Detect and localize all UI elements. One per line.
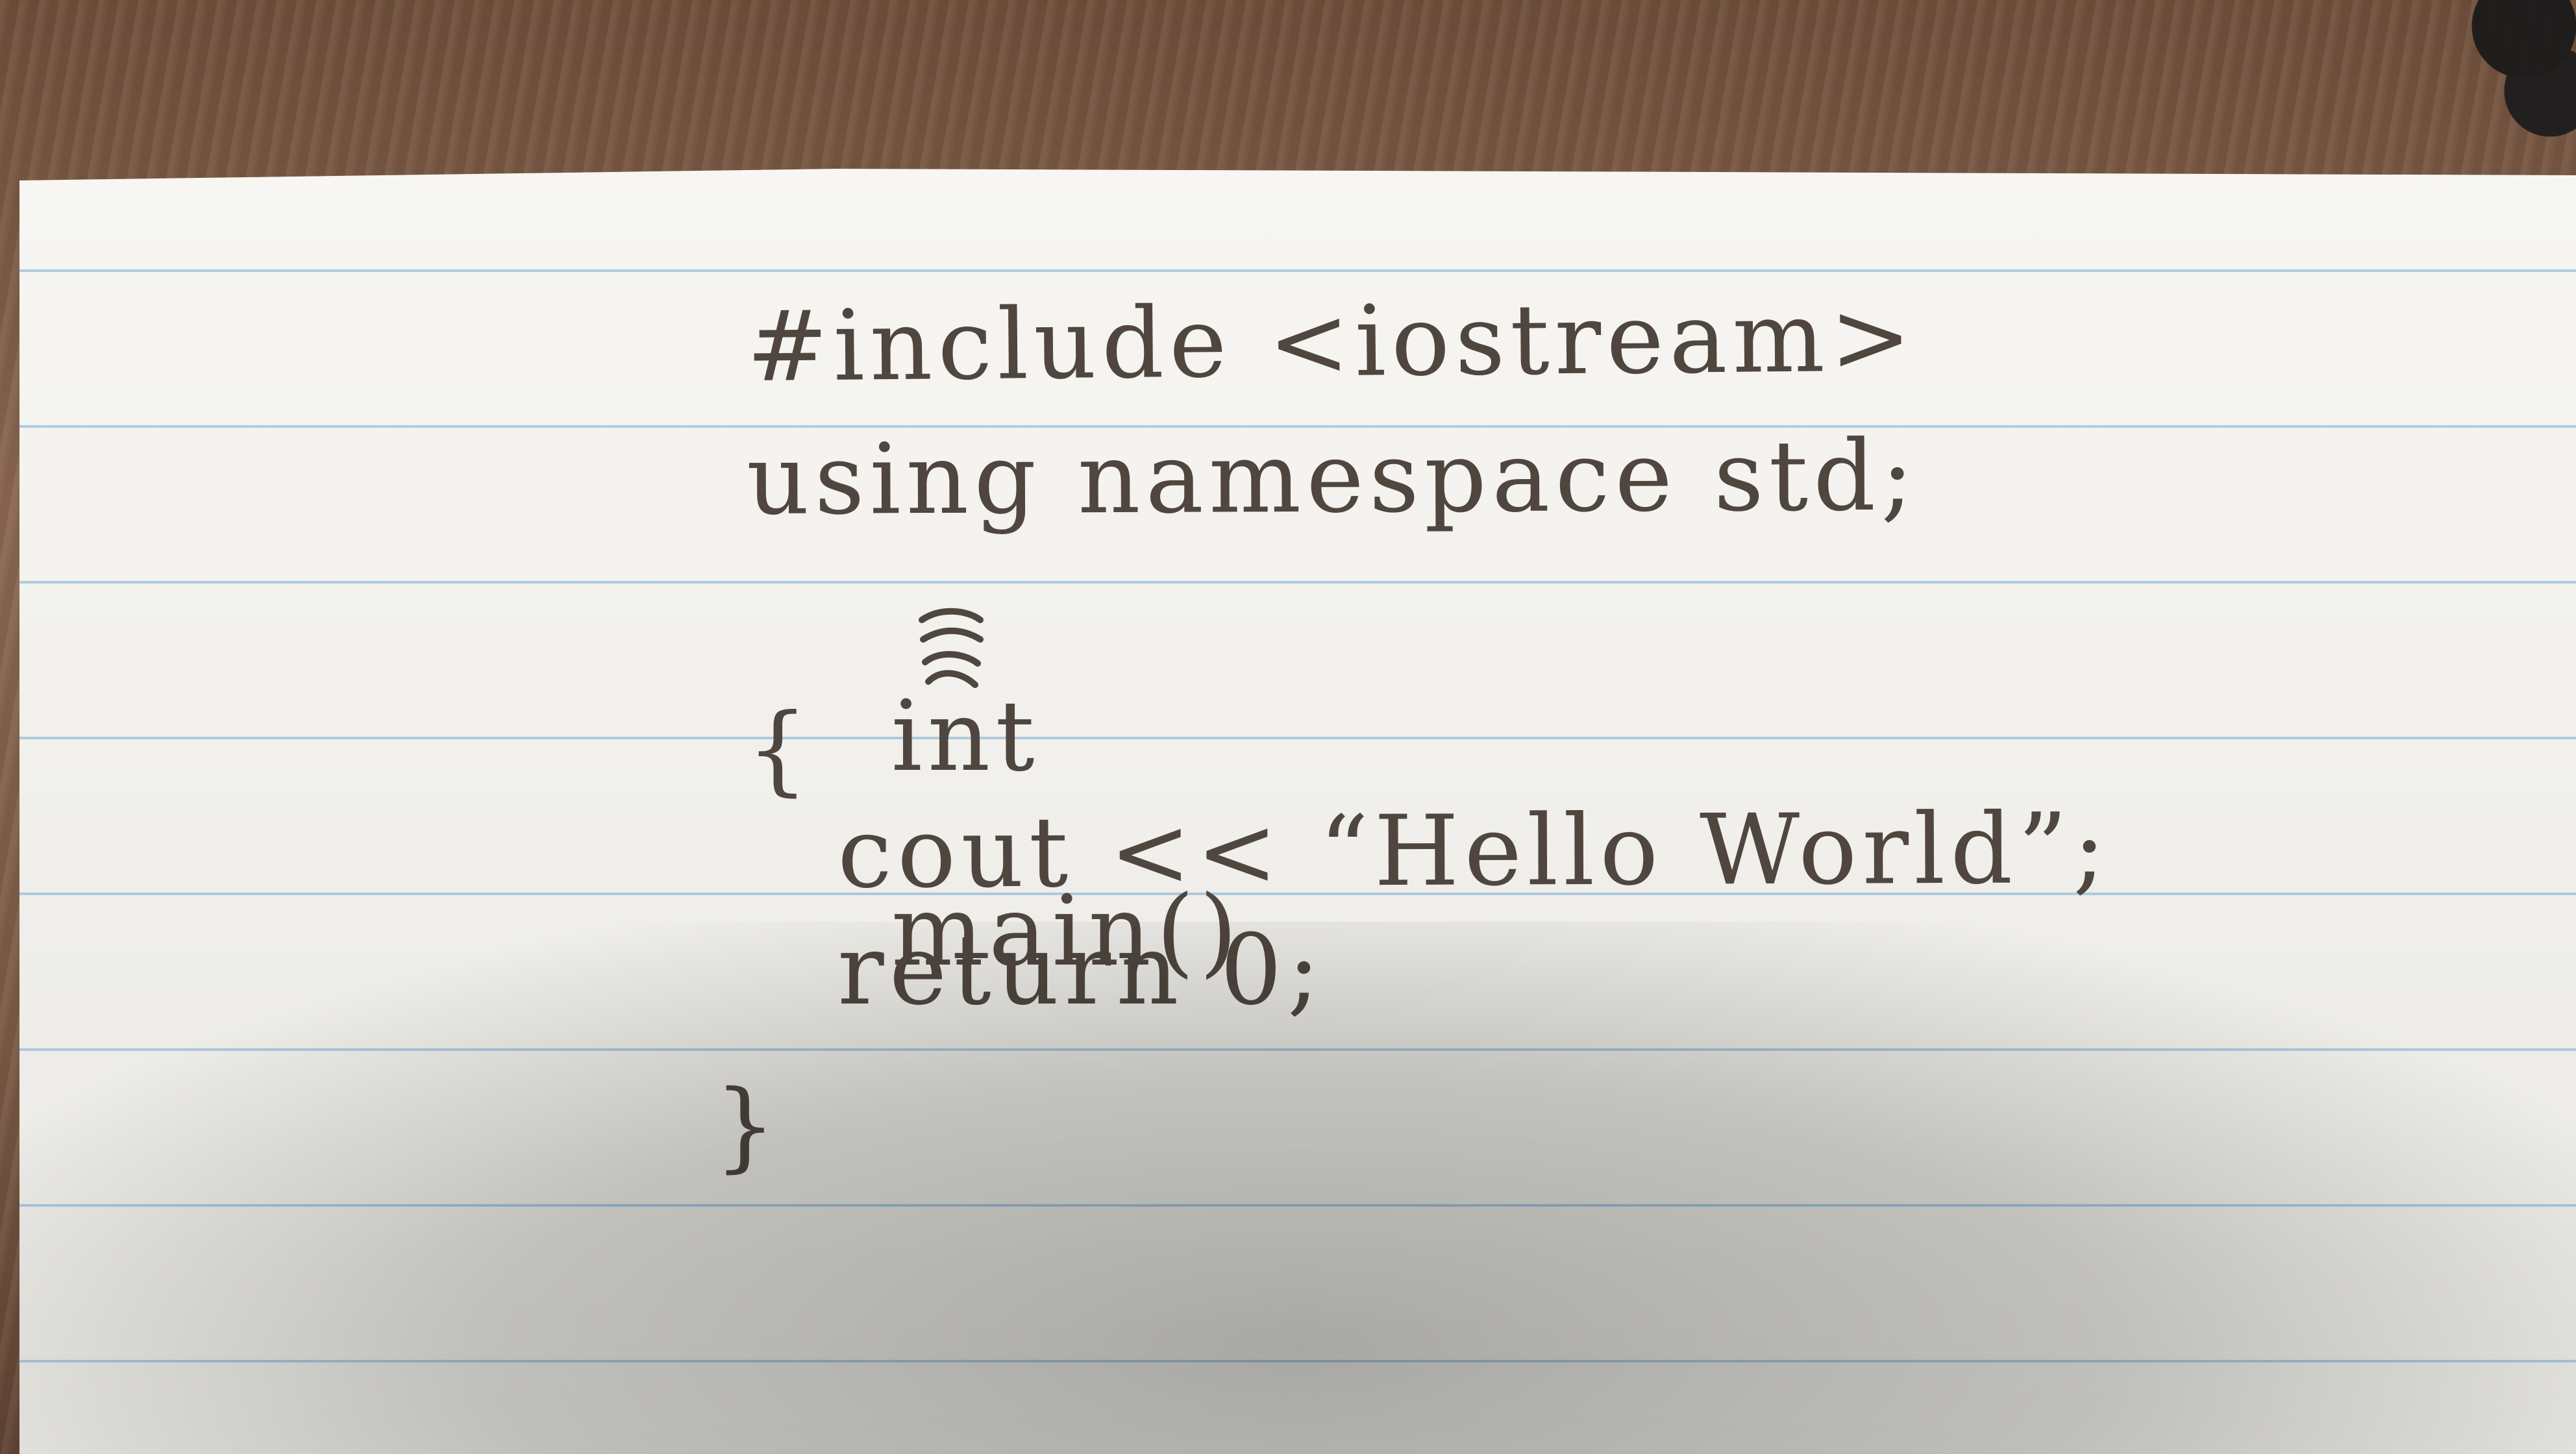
scribble-mark [919, 608, 984, 688]
paper-rule [19, 269, 2576, 272]
paper-rule [19, 737, 2576, 739]
paper-rule [19, 1048, 2576, 1051]
paper-rule [19, 1204, 2576, 1207]
cable [2407, 0, 2576, 162]
code-line-namespace: using namespace std; [746, 419, 1919, 537]
paper-rule [19, 1360, 2576, 1362]
code-line-open-brace: { [747, 693, 814, 806]
code-line-include: #include <iostream> [746, 280, 1918, 404]
paper-rule [19, 581, 2576, 584]
code-line-close-brace: } [714, 1070, 782, 1183]
code-line-cout: cout << “Hello World”; [837, 793, 2111, 910]
code-line-int-keyword: int [891, 680, 1040, 793]
code-line-return: return 0; [837, 914, 1326, 1027]
